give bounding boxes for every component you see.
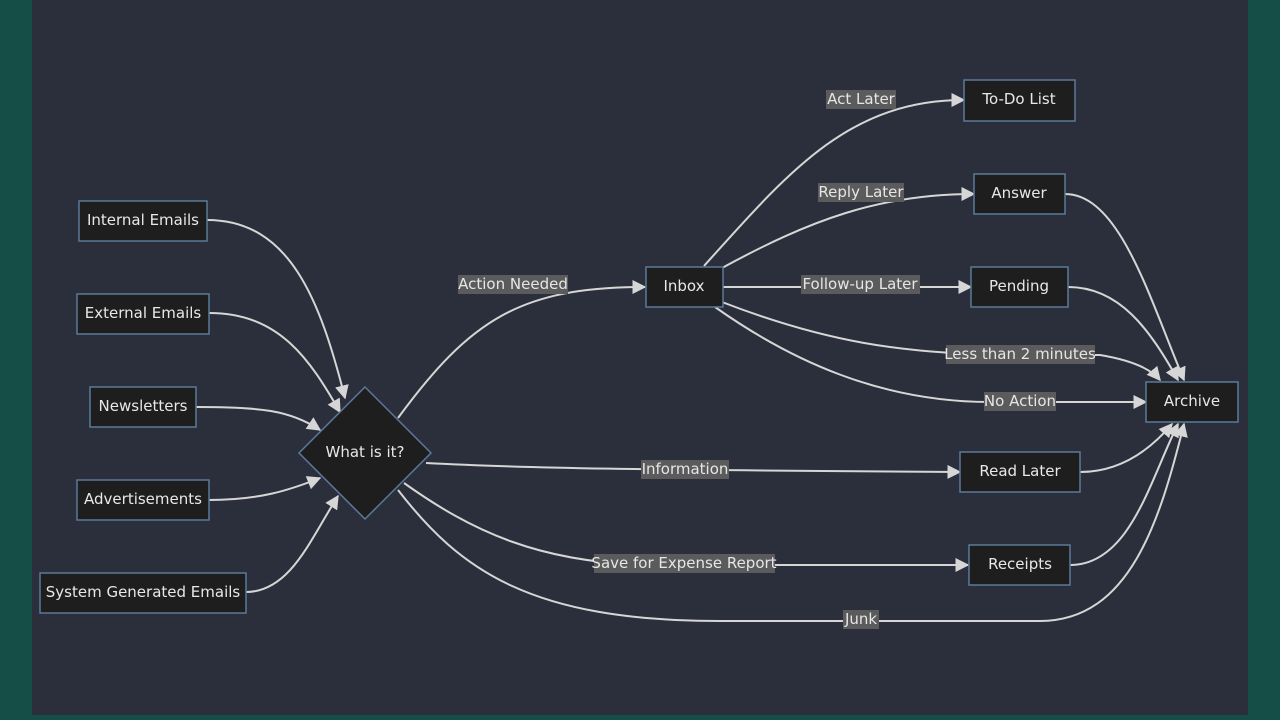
edge-action-needed [397,280,647,419]
node-receipts[interactable]: Receipts [968,544,1071,586]
edge-system-to-decision [245,494,339,593]
edge-less-than-2-minutes [721,301,1161,382]
edge-external-to-decision [208,312,341,414]
node-label-system-generated-emails: System Generated Emails [46,583,241,601]
node-label-read-later: Read Later [979,462,1061,480]
node-external-emails[interactable]: External Emails [76,293,210,335]
node-label-external-emails: External Emails [85,304,202,322]
node-archive[interactable]: Archive [1145,381,1239,423]
node-label-inbox: Inbox [663,277,704,295]
node-internal-emails[interactable]: Internal Emails [78,200,208,242]
edge-label-no-action: No Action [984,392,1056,410]
edge-label-act-later: Act Later [827,90,896,108]
edge-internal-to-decision [206,219,349,400]
node-label-advertisements: Advertisements [84,490,202,508]
node-system-generated-emails[interactable]: System Generated Emails [39,572,247,614]
node-label-answer: Answer [991,184,1047,202]
node-advertisements[interactable]: Advertisements [76,479,210,521]
node-label-what-is-it: What is it? [326,443,405,461]
node-read-later[interactable]: Read Later [959,451,1081,493]
node-label-pending: Pending [989,277,1049,295]
edge-label-information: Information [642,460,729,478]
edge-pending-to-archive [1067,286,1179,382]
edge-label-follow-up-later: Follow-up Later [802,275,918,293]
node-label-archive: Archive [1164,392,1220,410]
node-label-todo-list: To-Do List [981,90,1055,108]
node-newsletters[interactable]: Newsletters [89,386,197,428]
edge-newsletters-to-decision [195,406,322,431]
edge-label-action-needed: Action Needed [458,275,568,293]
node-what-is-it-decision[interactable]: What is it? [297,385,433,521]
node-label-internal-emails: Internal Emails [87,211,199,229]
edge-save-for-expense-report [403,482,970,572]
edge-label-junk: Junk [844,610,877,628]
edge-label-save-for-expense-report: Save for Expense Report [591,554,776,572]
edge-receipts-to-archive [1069,422,1179,566]
edge-label-reply-later: Reply Later [818,183,904,201]
flowchart-diagram: Action Needed Act Later Reply Later Foll… [39,79,1239,629]
node-label-receipts: Receipts [988,555,1052,573]
edge-label-less-than-2-minutes: Less than 2 minutes [944,345,1096,363]
node-label-newsletters: Newsletters [99,397,188,415]
node-pending[interactable]: Pending [970,266,1069,308]
edge-advertisements-to-decision [208,476,322,501]
node-answer[interactable]: Answer [973,173,1066,215]
node-inbox[interactable]: Inbox [645,266,724,308]
edge-read-later-to-archive [1079,422,1173,473]
node-todo-list[interactable]: To-Do List [963,79,1076,122]
